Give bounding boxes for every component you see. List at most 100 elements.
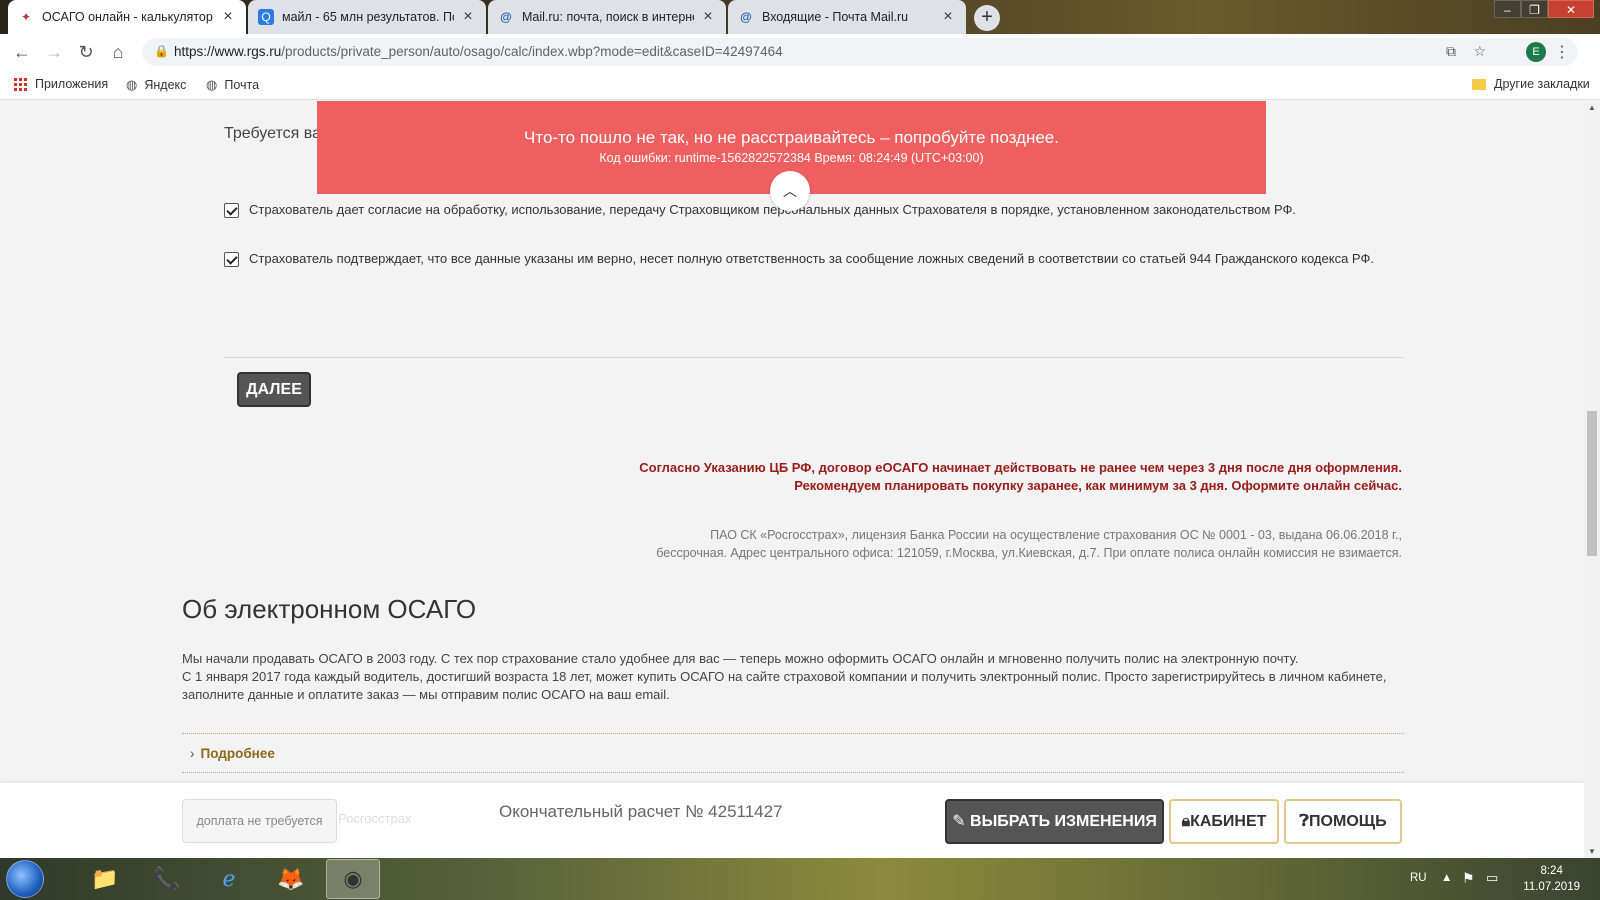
tab-osago[interactable]: ✦ ОСАГО онлайн - калькулятор ст × [8, 0, 246, 34]
tab-label: Mail.ru: почта, поиск в интерне [522, 10, 694, 24]
globe-icon: ◍ [206, 77, 218, 92]
license-line: ПАО СК «Росгосстрах», лицензия Банка Рос… [710, 528, 1402, 542]
chrome-icon[interactable]: ◉ [326, 859, 380, 899]
back-arrow-icon[interactable]: ← [10, 40, 34, 64]
window-close-icon[interactable]: ✕ [1548, 0, 1594, 18]
consent-text: Страхователь дает согласие на обработку,… [249, 202, 1296, 217]
language-indicator[interactable]: RU [1410, 872, 1427, 884]
translate-icon[interactable]: ⧉ [1446, 43, 1456, 60]
button-label: ВЫБРАТЬ ИЗМЕНЕНИЯ [970, 813, 1157, 830]
address-bar[interactable]: 🔒 https://www.rgs.ru/products/private_pe… [142, 38, 1578, 66]
globe-icon: ◍ [126, 77, 138, 92]
tab-label: майл - 65 млн результатов. Пои [282, 10, 454, 24]
consent-row-personal-data: Страхователь дает согласие на обработку,… [224, 201, 1404, 219]
system-clock[interactable]: 8:24 11.07.2019 [1523, 863, 1580, 895]
internet-explorer-icon[interactable]: ℯ [202, 859, 256, 899]
choose-changes-button[interactable]: ✎ ВЫБРАТЬ ИЗМЕНЕНИЯ [945, 799, 1164, 844]
network-icon[interactable]: ▭ [1486, 870, 1498, 886]
at-icon: @ [500, 10, 512, 24]
rgs-eagle-icon: ✦ [20, 10, 32, 24]
bookmark-apps[interactable]: Приложения [14, 77, 108, 91]
minimize-icon[interactable]: – [1494, 0, 1521, 18]
calculation-number: Окончательный расчет № 42511427 [499, 802, 783, 821]
at-icon: @ [740, 10, 752, 24]
bookmark-label: Приложения [35, 77, 109, 91]
required-text: Требуется ва [224, 125, 321, 142]
url-path: /products/private_person/auto/osago/calc… [281, 44, 783, 59]
bookmark-label: Яндекс [144, 78, 187, 92]
url-host: https://www.rgs.ru [174, 44, 282, 59]
clock-date: 11.07.2019 [1523, 881, 1580, 893]
tab-label: ОСАГО онлайн - калькулятор ст [42, 10, 214, 24]
window-controls: – ❐ ✕ [1494, 0, 1594, 20]
bookmark-label: Другие закладки [1494, 77, 1590, 91]
page-scrollbar[interactable]: ▲ ▼ [1584, 101, 1600, 858]
windows-taskbar: 📁 📞 ℯ 🦊 ◉ RU ▲ ⚑ ▭ 8:24 11.07.2019 [0, 858, 1600, 900]
browser-toolbar: ← → ↻ ⌂ 🔒 https://www.rgs.ru/products/pr… [0, 34, 1600, 70]
scrollbar-thumb[interactable] [1587, 411, 1597, 556]
license-info: ПАО СК «Росгосстрах», лицензия Банка Рос… [656, 526, 1402, 562]
star-icon[interactable]: ☆ [1473, 43, 1486, 60]
bookmark-label: Почта [224, 78, 260, 92]
close-icon[interactable]: × [700, 8, 716, 26]
about-text: Мы начали продавать ОСАГО в 2003 году. С… [182, 650, 1402, 704]
consent-row-accuracy: Страхователь подтверждает, что все данны… [224, 250, 1404, 268]
bookmark-other[interactable]: Другие закладки [1472, 77, 1590, 91]
divider [224, 357, 1404, 358]
reload-icon[interactable]: ↻ [74, 40, 98, 64]
profile-avatar[interactable]: E [1526, 42, 1546, 62]
error-code: Код ошибки: runtime-1562822572384 Время:… [599, 151, 984, 165]
help-button[interactable]: ❓︎ПОМОЩЬ [1284, 799, 1402, 844]
menu-icon[interactable]: ⋮ [1554, 42, 1570, 62]
next-button[interactable]: ДАЛЕЕ [237, 372, 311, 407]
windows-start-icon[interactable] [6, 860, 44, 898]
viber-icon[interactable]: 📞 [140, 859, 194, 899]
license-line: бессрочная. Адрес центрального офиса: 12… [656, 546, 1402, 560]
search-icon: Q [258, 9, 274, 25]
bookmarks-bar: Приложения ◍ Яндекс ◍ Почта Другие закла… [0, 70, 1600, 100]
cabinet-button[interactable]: 🔒︎КАБИНЕТ [1169, 799, 1279, 844]
section-title: Об электронном ОСАГО [182, 594, 477, 624]
sticky-footer-bar: доплата не требуется Росгосстрах Окончат… [0, 783, 1584, 858]
lock-icon: 🔒︎ [1181, 813, 1191, 830]
bookmark-yandex[interactable]: ◍ Яндекс [126, 77, 186, 93]
home-icon[interactable]: ⌂ [106, 40, 130, 64]
question-circle-icon: ❓︎ [1299, 813, 1310, 830]
scroll-up-arrow-icon[interactable]: ▲ [1584, 103, 1600, 112]
close-icon[interactable]: × [220, 8, 236, 26]
bookmark-mail[interactable]: ◍ Почта [206, 77, 259, 93]
action-center-flag-icon[interactable]: ⚑ [1462, 870, 1475, 887]
about-paragraph: Мы начали продавать ОСАГО в 2003 году. С… [182, 651, 1299, 666]
clock-time: 8:24 [1540, 865, 1563, 877]
notice-line: Согласно Указанию ЦБ РФ, договор еОСАГО … [639, 460, 1402, 475]
tab-label: Входящие - Почта Mail.ru [762, 10, 909, 24]
url-text[interactable]: https://www.rgs.ru/products/private_pers… [174, 44, 783, 59]
tab-search[interactable]: Q майл - 65 млн результатов. Пои × [248, 0, 486, 34]
maximize-icon[interactable]: ❐ [1521, 0, 1548, 18]
pencil-icon: ✎ [952, 813, 966, 830]
chevron-right-icon: › [190, 746, 195, 761]
tab-mailru[interactable]: @ Mail.ru: почта, поиск в интерне × [488, 0, 726, 34]
lock-icon[interactable]: 🔒 [154, 44, 169, 58]
apps-grid-icon [14, 77, 27, 91]
scroll-down-arrow-icon[interactable]: ▼ [1584, 847, 1600, 856]
firefox-icon[interactable]: 🦊 [264, 859, 318, 899]
close-icon[interactable]: × [460, 8, 476, 26]
more-label: Подробнее [200, 746, 275, 761]
file-explorer-icon[interactable]: 📁 [78, 859, 132, 899]
tab-inbox[interactable]: @ Входящие - Почта Mail.ru × [728, 0, 966, 34]
payment-status: доплата не требуется [182, 799, 337, 843]
about-paragraph: С 1 января 2017 года каждый водитель, до… [182, 669, 1387, 702]
tray-expand-icon[interactable]: ▲ [1441, 872, 1452, 884]
chevron-up-icon[interactable]: ︿ [770, 171, 810, 211]
button-label: КАБИНЕТ [1190, 813, 1267, 830]
consent-checkbox-personal-data[interactable] [224, 203, 239, 218]
forward-arrow-icon[interactable]: → [42, 40, 66, 64]
more-link[interactable]: › Подробнее [190, 746, 275, 761]
new-tab-button[interactable]: + [974, 5, 1000, 31]
consent-checkbox-accuracy[interactable] [224, 252, 239, 267]
close-icon[interactable]: × [940, 8, 956, 26]
consent-text: Страхователь подтверждает, что все данны… [249, 251, 1374, 266]
cb-notice: Согласно Указанию ЦБ РФ, договор еОСАГО … [639, 459, 1402, 495]
faint-background-text: Росгосстрах [338, 811, 412, 826]
